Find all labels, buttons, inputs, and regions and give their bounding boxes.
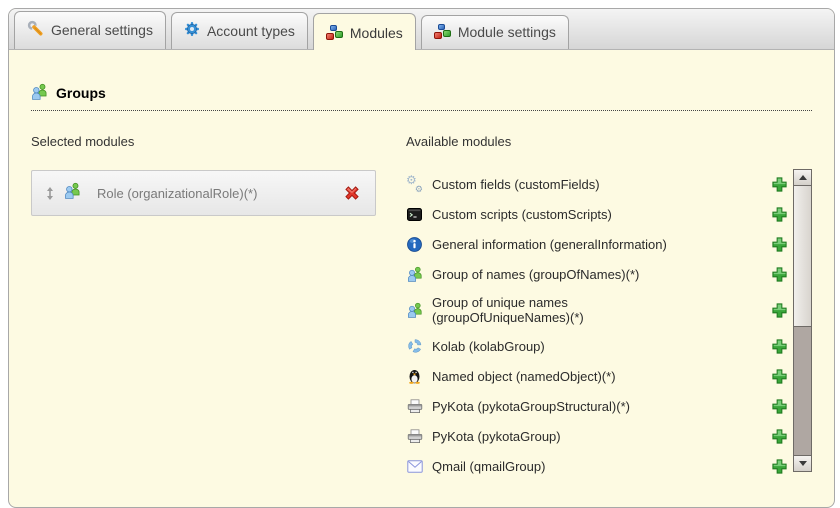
scrollbar[interactable] xyxy=(793,169,812,472)
available-module-row: Kolab (kolabGroup) xyxy=(406,331,788,361)
add-module-button[interactable] xyxy=(771,266,788,283)
printer-icon xyxy=(406,428,423,444)
available-module-row: General information (generalInformation) xyxy=(406,229,788,259)
groups-icon xyxy=(31,83,48,103)
printer-icon xyxy=(406,398,423,414)
tab-label: General settings xyxy=(51,22,153,38)
section-title: Groups xyxy=(56,85,106,101)
scrollbar-thumb[interactable] xyxy=(794,186,811,327)
gear-icon xyxy=(184,21,200,40)
modules-icon xyxy=(325,25,343,41)
add-module-button[interactable] xyxy=(771,302,788,319)
delete-x-icon xyxy=(345,186,359,200)
available-module-row: PyKota (pykotaGroup) xyxy=(406,421,788,451)
wrench-icon xyxy=(27,20,44,40)
tab-account-types[interactable]: Account types xyxy=(170,12,308,49)
available-module-row: Group of names (groupOfNames)(*) xyxy=(406,259,788,289)
available-module-row: Named object (namedObject)(*) xyxy=(406,361,788,391)
drag-handle-icon[interactable] xyxy=(46,186,54,200)
add-plus-icon xyxy=(772,236,787,252)
tab-label: Account types xyxy=(206,22,295,39)
add-plus-icon xyxy=(772,302,787,318)
tab-label: Module settings xyxy=(457,24,556,40)
add-plus-icon xyxy=(772,176,787,192)
available-module-row: ⚙ ⚙ Custom fields (customFields) xyxy=(406,169,788,199)
add-module-button[interactable] xyxy=(771,368,788,385)
add-plus-icon xyxy=(772,368,787,384)
tab-label: Modules xyxy=(349,25,403,41)
up-arrow-icon xyxy=(798,175,807,180)
group-icon xyxy=(406,266,423,282)
group-icon xyxy=(64,182,81,204)
envelope-icon xyxy=(406,459,423,473)
down-arrow-icon xyxy=(798,461,807,466)
available-module-row: Qmail (qmailGroup) xyxy=(406,451,788,481)
custom-fields-icon: ⚙ ⚙ xyxy=(406,173,423,194)
available-modules-label: Available modules xyxy=(406,134,512,149)
available-module-row: Custom scripts (customScripts) xyxy=(406,199,788,229)
selected-module-name: Role (organizationalRole)(*) xyxy=(97,185,258,201)
tab-modules[interactable]: Modules xyxy=(312,13,416,50)
tux-icon xyxy=(406,368,423,384)
add-module-button[interactable] xyxy=(771,176,788,193)
tab-general-settings[interactable]: General settings xyxy=(14,11,166,49)
add-plus-icon xyxy=(772,338,787,354)
scroll-up-button[interactable] xyxy=(794,170,811,186)
add-module-button[interactable] xyxy=(771,236,788,253)
add-module-button[interactable] xyxy=(771,458,788,475)
settings-window: General settings Account types Modules M… xyxy=(8,8,835,508)
add-module-button[interactable] xyxy=(771,338,788,355)
available-module-row: PyKota (pykotaGroupStructural)(*) xyxy=(406,391,788,421)
tab-bar: General settings Account types Modules M… xyxy=(9,9,834,50)
add-plus-icon xyxy=(772,458,787,474)
kolab-icon xyxy=(406,338,423,354)
add-plus-icon xyxy=(772,266,787,282)
available-modules-list: ⚙ ⚙ Custom fields (customFields) Custom … xyxy=(406,169,793,481)
selected-module-row[interactable]: Role (organizationalRole)(*) xyxy=(31,170,376,216)
group-icon xyxy=(406,302,423,318)
terminal-icon xyxy=(406,207,423,221)
add-module-button[interactable] xyxy=(771,206,788,223)
module-settings-icon xyxy=(433,24,451,40)
selected-modules-label: Selected modules xyxy=(31,134,135,149)
groups-section-header: Groups xyxy=(31,83,812,111)
scrollbar-track[interactable] xyxy=(794,327,811,455)
remove-module-button[interactable] xyxy=(343,184,361,202)
add-plus-icon xyxy=(772,398,787,414)
tab-module-settings[interactable]: Module settings xyxy=(420,15,569,49)
add-module-button[interactable] xyxy=(771,428,788,445)
available-module-row: Group of unique names (groupOfUniqueName… xyxy=(406,289,788,331)
add-module-button[interactable] xyxy=(771,398,788,415)
scroll-down-button[interactable] xyxy=(794,455,811,471)
add-plus-icon xyxy=(772,206,787,222)
add-plus-icon xyxy=(772,428,787,444)
info-icon xyxy=(406,236,423,252)
